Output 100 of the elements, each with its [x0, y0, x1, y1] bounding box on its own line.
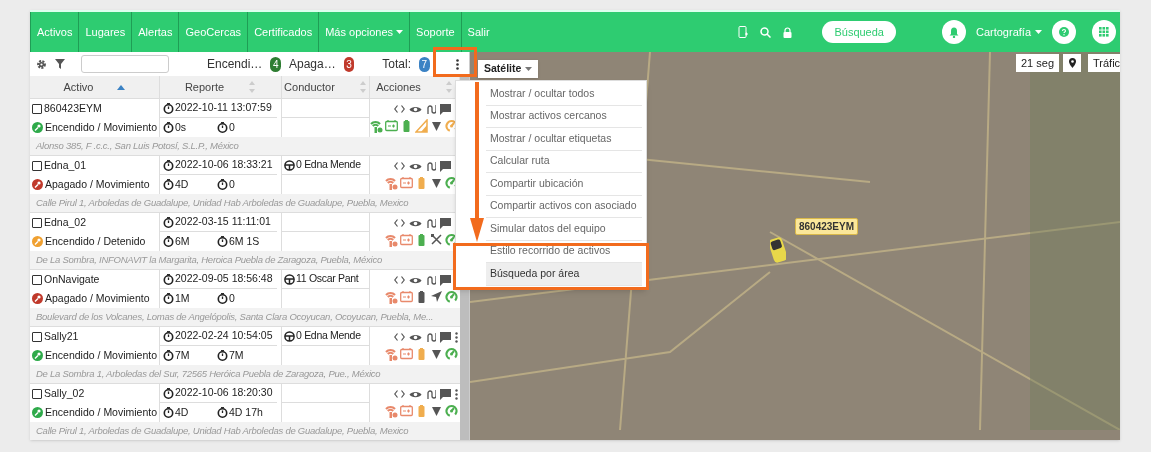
chat-icon[interactable] — [440, 160, 451, 172]
report-time: 2022-10-11 13:07:59 — [175, 100, 272, 116]
route-icon[interactable] — [426, 103, 436, 115]
elapsed-time: 7M — [175, 347, 190, 363]
stopwatch-icon — [163, 350, 174, 361]
stopwatch-icon — [163, 293, 174, 304]
eye-icon[interactable] — [409, 161, 422, 171]
menu-item[interactable]: Mostrar / ocultar etiquetas — [486, 128, 642, 151]
elapsed-time: 6M 1S — [229, 233, 260, 249]
eye-icon[interactable] — [409, 275, 422, 285]
status-text: Encendido / Movimiento — [45, 347, 158, 363]
stopwatch-icon — [217, 350, 228, 361]
column-header[interactable]: Reporte — [184, 78, 225, 96]
chat-icon[interactable] — [440, 388, 451, 400]
stopwatch-icon — [163, 236, 174, 247]
status-text: Encendido / Detenido — [45, 233, 146, 249]
report-time: 2022-10-06 18:33:21 — [175, 157, 273, 173]
kebab-icon[interactable] — [455, 388, 458, 400]
status-text: Apagado / Movimiento — [45, 176, 150, 192]
elapsed-time: 7M — [229, 347, 244, 363]
asset-name[interactable]: Sally_02 — [44, 385, 85, 402]
help-icon — [1059, 27, 1069, 37]
eye-icon[interactable] — [409, 389, 422, 399]
refresh-interval: 21 seg — [1016, 54, 1060, 72]
report-time: 2022-03-15 11:11:01 — [175, 214, 271, 230]
elapsed-time: 0 — [229, 176, 235, 192]
stopwatch-icon — [163, 216, 174, 228]
route-icon[interactable] — [426, 274, 436, 286]
code-icon[interactable] — [394, 218, 405, 228]
search-field[interactable] — [81, 55, 169, 73]
code-icon[interactable] — [394, 275, 405, 285]
caret-icon — [525, 67, 533, 71]
stopwatch-icon — [217, 236, 228, 247]
map-type-dropdown[interactable]: Satélite — [478, 60, 539, 78]
menu-item[interactable]: Búsqueda por área — [486, 263, 642, 286]
elapsed-time: 4D 17h — [229, 404, 263, 420]
checkbox[interactable] — [32, 160, 42, 171]
elapsed-time: 4D — [175, 176, 189, 192]
chat-icon[interactable] — [440, 274, 451, 286]
eye-icon[interactable] — [409, 218, 422, 228]
elapsed-time: 4D — [175, 404, 189, 420]
checkbox[interactable] — [32, 103, 42, 114]
counter-label: Total: — [382, 56, 411, 73]
checkbox[interactable] — [32, 331, 42, 342]
chat-icon[interactable] — [440, 103, 451, 115]
route-icon[interactable] — [426, 217, 436, 229]
asset-name[interactable]: Edna_01 — [44, 157, 87, 174]
stopwatch-icon — [163, 122, 174, 133]
asset-name[interactable]: 860423EYM — [44, 100, 102, 117]
chat-icon[interactable] — [440, 217, 451, 229]
code-icon[interactable] — [394, 389, 405, 399]
settings-icon[interactable] — [36, 58, 47, 70]
elapsed-time: 1M — [175, 290, 190, 306]
status-text: Encendido / Movimiento — [45, 119, 158, 135]
code-icon[interactable] — [394, 332, 405, 342]
column-header[interactable]: Activo — [63, 78, 94, 96]
filter-icon[interactable] — [55, 59, 65, 69]
driver-name: 0 Edna Mende — [296, 328, 361, 344]
stopwatch-icon — [163, 159, 174, 171]
checkbox[interactable] — [32, 217, 42, 228]
code-icon[interactable] — [394, 104, 405, 114]
column-header[interactable]: Acciones — [376, 78, 421, 96]
eye-icon[interactable] — [409, 332, 422, 342]
menu-item[interactable]: Simular datos del equipo — [486, 218, 642, 241]
kebab-icon — [455, 58, 459, 70]
checkbox[interactable] — [32, 274, 42, 285]
stopwatch-icon — [163, 179, 174, 190]
count-badge: 4 — [270, 56, 281, 72]
elapsed-time: 6M — [175, 233, 190, 249]
route-icon[interactable] — [426, 160, 436, 172]
menu-item[interactable]: Compartir activos con asociado — [486, 195, 642, 218]
column-header[interactable]: Conductor — [284, 78, 335, 96]
menu-item[interactable]: Mostrar activos cercanos — [486, 105, 642, 128]
route-icon[interactable] — [426, 388, 436, 400]
stopwatch-icon — [163, 387, 174, 399]
address-text: Boulevard de los Volcanes, Lomas de Angelópolis, Santa Clara Ocoyucan, Ocoyucan, Puebla, Me... — [30, 308, 460, 326]
count-badge: 3 — [343, 56, 355, 72]
count-badge: 7 — [419, 56, 430, 72]
code-icon[interactable] — [394, 161, 405, 171]
bell-icon — [948, 26, 959, 38]
stopwatch-icon — [163, 102, 174, 114]
asset-name[interactable]: OnNavigate — [44, 271, 100, 288]
asset-name[interactable]: Edna_02 — [44, 214, 87, 231]
report-time: 2022-02-24 10:54:05 — [175, 328, 273, 344]
eye-icon[interactable] — [409, 104, 422, 114]
highlight-frame — [433, 47, 477, 77]
elapsed-time: 0 — [229, 290, 235, 306]
asset-name[interactable]: Sally21 — [44, 328, 79, 345]
checkbox[interactable] — [32, 388, 42, 399]
route-icon[interactable] — [426, 331, 436, 343]
kebab-icon[interactable] — [455, 331, 458, 343]
menu-item[interactable]: Calcular ruta — [486, 150, 642, 173]
traffic-button[interactable]: Tráfic — [1088, 54, 1120, 72]
chat-icon[interactable] — [440, 331, 451, 343]
menu-item[interactable]: Compartir ubicación — [486, 173, 642, 196]
elapsed-time: 0 — [229, 119, 235, 135]
menu-item[interactable]: Mostrar / ocultar todos — [486, 83, 642, 106]
location-button[interactable] — [1063, 54, 1081, 72]
stopwatch-icon — [217, 293, 228, 304]
counter-label: Apaga… — [289, 56, 336, 73]
